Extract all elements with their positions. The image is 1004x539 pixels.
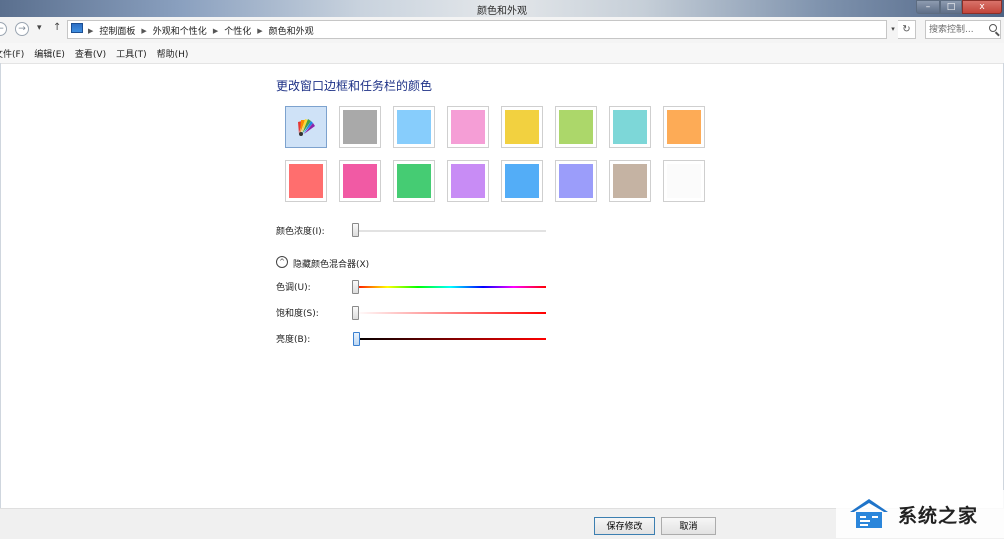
color-swatch-orange[interactable] xyxy=(663,106,705,148)
swatch-fill xyxy=(667,164,701,198)
intensity-label: 颜色浓度(I): xyxy=(276,227,325,237)
color-swatch-pink[interactable] xyxy=(447,106,489,148)
swatch-fill xyxy=(289,110,323,144)
intensity-slider-thumb[interactable] xyxy=(352,223,359,237)
swatch-fill xyxy=(343,110,377,144)
up-button[interactable]: ↑ xyxy=(53,22,61,33)
cancel-button[interactable]: 取消 xyxy=(661,517,716,535)
color-swatch-yellow[interactable] xyxy=(501,106,543,148)
menu-bar: 文件(F) 编辑(E) 查看(V) 工具(T) 帮助(H) xyxy=(0,43,1004,64)
control-panel-icon xyxy=(71,23,83,33)
palette-fan-icon xyxy=(298,119,315,136)
menu-tools[interactable]: 工具(T) xyxy=(111,43,152,63)
color-swatch-auto[interactable] xyxy=(285,106,327,148)
title-bar: 颜色和外观 – □ x xyxy=(0,0,1004,17)
color-swatch-light-blue[interactable] xyxy=(393,106,435,148)
swatch-fill xyxy=(397,164,431,198)
color-swatch-grid xyxy=(285,106,705,204)
swatch-fill xyxy=(613,164,647,198)
window-controls: – □ x xyxy=(916,0,1002,15)
menu-help[interactable]: 帮助(H) xyxy=(152,43,194,63)
color-swatch-red[interactable] xyxy=(285,160,327,202)
color-swatch-periwinkle[interactable] xyxy=(555,160,597,202)
color-swatch-taupe[interactable] xyxy=(609,160,651,202)
color-swatch-teal[interactable] xyxy=(609,106,651,148)
saturation-label: 饱和度(S): xyxy=(276,309,319,319)
hue-slider-thumb[interactable] xyxy=(352,280,359,294)
back-button[interactable]: ← xyxy=(0,22,7,36)
brightness-slider-thumb[interactable] xyxy=(353,332,360,346)
swatch-fill xyxy=(289,164,323,198)
color-swatch-violet[interactable] xyxy=(447,160,489,202)
menu-view[interactable]: 查看(V) xyxy=(70,43,111,63)
saturation-slider-thumb[interactable] xyxy=(352,306,359,320)
brightness-slider-track[interactable] xyxy=(355,338,546,340)
intensity-slider-track[interactable] xyxy=(355,230,546,232)
swatch-fill xyxy=(559,110,593,144)
color-swatch-magenta[interactable] xyxy=(339,160,381,202)
color-swatch-white[interactable] xyxy=(663,160,705,202)
mixer-toggle-label[interactable]: 隐藏颜色混合器(X) xyxy=(293,257,369,270)
breadcrumb-personalization[interactable]: 个性化 xyxy=(224,24,251,37)
collapse-icon[interactable]: ^ xyxy=(276,256,288,268)
breadcrumb-color-appearance[interactable]: 颜色和外观 xyxy=(269,24,314,37)
color-swatch-lime[interactable] xyxy=(555,106,597,148)
menu-edit[interactable]: 编辑(E) xyxy=(29,43,70,63)
search-box xyxy=(925,20,1001,39)
address-toolbar: ← → ▾ ↑ ▶ 控制面板 ▶ 外观和个性化 ▶ 个性化 ▶ 颜色和外观 ▾ … xyxy=(0,17,1004,43)
color-swatch-gray[interactable] xyxy=(339,106,381,148)
watermark: 系统之家 xyxy=(836,490,1004,538)
forward-button[interactable]: → xyxy=(15,22,29,36)
swatch-fill xyxy=(613,110,647,144)
hue-slider-track[interactable] xyxy=(355,286,546,288)
search-icon[interactable] xyxy=(989,24,997,32)
swatch-fill xyxy=(667,110,701,144)
house-logo-icon xyxy=(850,499,888,528)
window-title: 颜色和外观 xyxy=(477,6,527,17)
maximize-button[interactable]: □ xyxy=(940,0,962,14)
saturation-slider-track[interactable] xyxy=(355,312,546,314)
recent-locations-dropdown[interactable]: ▾ xyxy=(37,23,42,33)
color-swatch-green[interactable] xyxy=(393,160,435,202)
menu-file[interactable]: 文件(F) xyxy=(0,43,29,63)
brightness-label: 亮度(B): xyxy=(276,335,311,345)
swatch-fill xyxy=(559,164,593,198)
address-bar[interactable]: ▶ 控制面板 ▶ 外观和个性化 ▶ 个性化 ▶ 颜色和外观 xyxy=(67,20,887,39)
refresh-button[interactable]: ↻ xyxy=(898,20,916,39)
page-title: 更改窗口边框和任务栏的颜色 xyxy=(276,79,433,93)
minimize-button[interactable]: – xyxy=(916,0,940,14)
breadcrumb: ▶ 控制面板 ▶ 外观和个性化 ▶ 个性化 ▶ 颜色和外观 xyxy=(88,24,314,38)
color-swatch-blue[interactable] xyxy=(501,160,543,202)
hue-label: 色调(U): xyxy=(276,283,311,293)
search-input[interactable] xyxy=(926,21,987,37)
swatch-fill xyxy=(451,164,485,198)
swatch-fill xyxy=(397,110,431,144)
swatch-fill xyxy=(505,110,539,144)
breadcrumb-control-panel[interactable]: 控制面板 xyxy=(99,24,135,37)
swatch-fill xyxy=(505,164,539,198)
close-button[interactable]: x xyxy=(962,0,1002,14)
swatch-fill xyxy=(451,110,485,144)
watermark-text: 系统之家 xyxy=(898,505,979,527)
breadcrumb-appearance[interactable]: 外观和个性化 xyxy=(153,24,207,37)
swatch-fill xyxy=(343,164,377,198)
save-button[interactable]: 保存修改 xyxy=(594,517,655,535)
